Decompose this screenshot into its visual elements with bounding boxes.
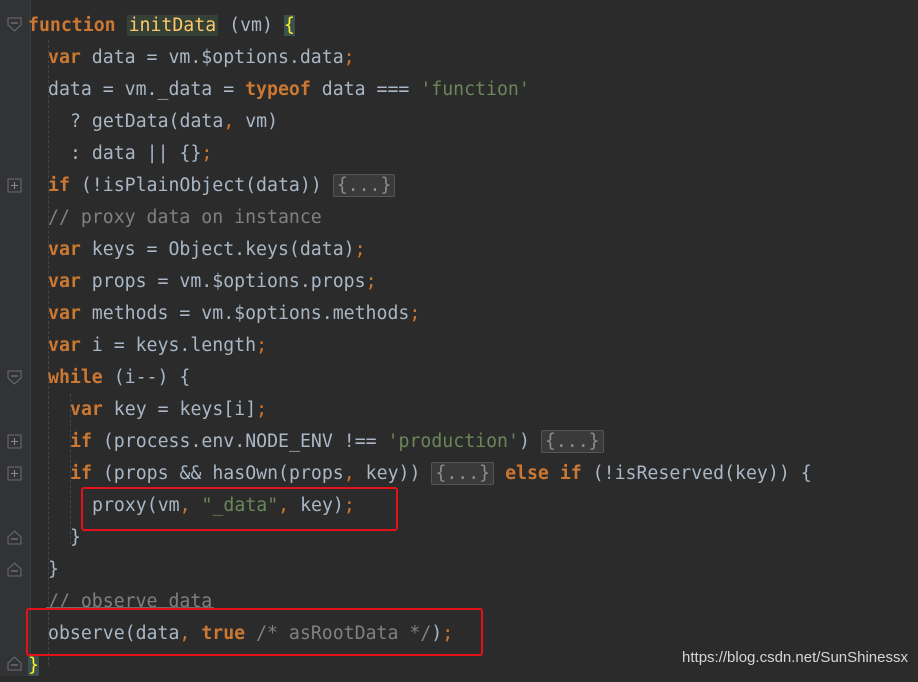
code-editor[interactable]: function initData (vm) { var data = vm.$… (0, 0, 918, 676)
code-line[interactable]: : data || {}; (70, 138, 212, 170)
code-line[interactable]: data = vm._data = typeof data === 'funct… (48, 74, 530, 106)
code-line[interactable]: } (48, 554, 59, 586)
keyword-function: function (28, 15, 116, 36)
watermark: https://blog.csdn.net/SunShinessx (682, 649, 908, 666)
code-line[interactable]: if (process.env.NODE_ENV !== 'production… (70, 426, 604, 458)
fold-expand-icon[interactable] (7, 466, 22, 481)
fold-end-icon[interactable] (7, 562, 22, 577)
fold-open-icon[interactable] (7, 370, 22, 385)
gutter-divider (30, 0, 31, 676)
matched-brace: { (283, 15, 295, 36)
comment: // proxy data on instance (48, 207, 322, 228)
code-line[interactable]: } (70, 522, 81, 554)
function-name: initData (126, 15, 219, 36)
code-line[interactable]: function initData (vm) { (28, 10, 295, 42)
code-line[interactable]: while (i--) { (48, 362, 190, 394)
matched-brace: } (28, 655, 39, 676)
code-line[interactable]: if (!isPlainObject(data)) {...} (48, 170, 396, 202)
code-line[interactable]: var i = keys.length; (48, 330, 267, 362)
annotation-box-proxy (81, 487, 398, 531)
fold-open-icon[interactable] (7, 17, 22, 32)
code-line[interactable]: var keys = Object.keys(data); (48, 234, 366, 266)
fold-end-icon[interactable] (7, 530, 22, 545)
fold-expand-icon[interactable] (7, 178, 22, 193)
code-line[interactable]: var methods = vm.$options.methods; (48, 298, 420, 330)
code-line[interactable]: var key = keys[i]; (70, 394, 267, 426)
annotation-box-observe (26, 608, 483, 656)
fold-end-icon[interactable] (7, 656, 22, 671)
code-line[interactable]: ? getData(data, vm) (70, 106, 278, 138)
code-line[interactable]: if (props && hasOwn(props, key)) {...} e… (70, 458, 812, 490)
collapsed-block[interactable]: {...} (431, 462, 495, 485)
code-line[interactable]: // proxy data on instance (48, 202, 322, 234)
collapsed-block[interactable]: {...} (332, 174, 396, 197)
code-line[interactable]: var props = vm.$options.props; (48, 266, 377, 298)
collapsed-block[interactable]: {...} (540, 430, 604, 453)
fold-expand-icon[interactable] (7, 434, 22, 449)
code-line[interactable]: var data = vm.$options.data; (48, 42, 355, 74)
